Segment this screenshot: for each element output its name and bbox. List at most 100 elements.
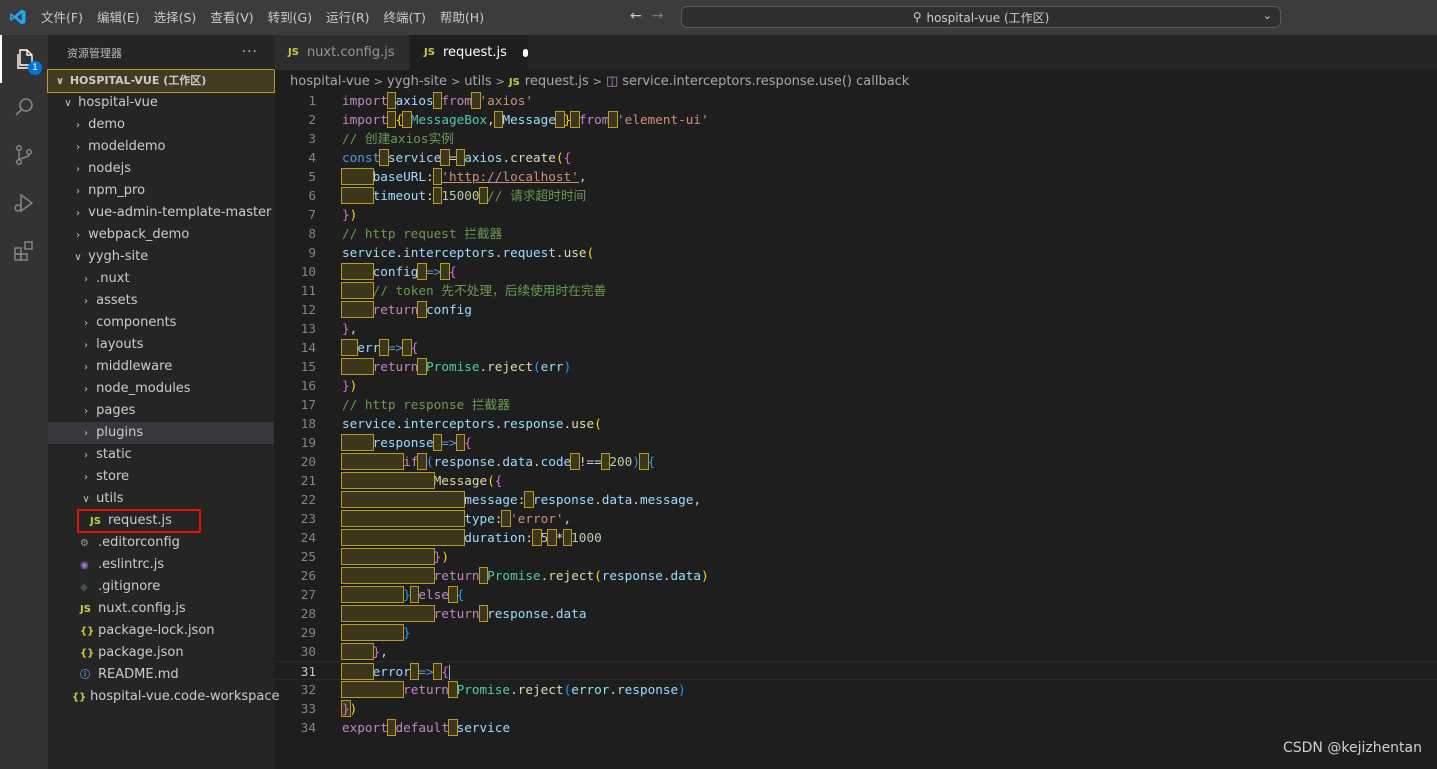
tree-file-workspace[interactable]: {} hospital-vue.code-workspace: [48, 686, 280, 708]
tree-label: node_modules: [96, 381, 191, 396]
tree-folder-middleware[interactable]: › middleware: [48, 356, 274, 378]
number-literal: 1000: [571, 530, 602, 545]
extensions-activity[interactable]: [0, 227, 48, 275]
tree-file-nuxt-config[interactable]: JS nuxt.config.js: [48, 598, 274, 620]
code-line: 33}): [274, 699, 1437, 718]
menu-file[interactable]: 文件(F): [34, 0, 90, 35]
menu-edit[interactable]: 编辑(E): [90, 0, 147, 35]
breadcrumb-item[interactable]: request.js: [525, 74, 589, 89]
line-number: 27: [300, 587, 316, 602]
code-text: timeout: 15000 // 请求超时时间: [341, 186, 586, 205]
tree-folder-webpack-demo[interactable]: › webpack_demo: [48, 224, 274, 246]
chevron-right-icon: ›: [76, 208, 80, 219]
tree-folder-assets[interactable]: › assets: [48, 290, 274, 312]
tree-folder-yygh-site[interactable]: ∨ yygh-site: [48, 246, 274, 268]
line-number: 8: [308, 226, 316, 241]
tree-folder-nuxt[interactable]: › .nuxt: [48, 268, 274, 290]
nav-arrows: ← →: [630, 8, 673, 24]
code-editor[interactable]: 1 import axios from 'axios' 2 import { Mes…: [274, 91, 1437, 769]
tree-folder-pages[interactable]: › pages: [48, 400, 274, 422]
code-text: const service = axios.create({: [342, 149, 572, 166]
workspace-label: HOSPITAL-VUE (工作区): [69, 74, 207, 87]
number-literal: 15000: [441, 188, 480, 203]
breadcrumb-item[interactable]: utils: [464, 74, 491, 89]
command-center-search[interactable]: ⚲ hospital-vue (工作区) ⌄: [681, 6, 1281, 28]
breadcrumb: hospital-vue > yygh-site > utils > JS request.j…: [290, 72, 909, 92]
source-control-activity[interactable]: [0, 131, 48, 179]
line-number: 14: [300, 340, 316, 355]
tree-file-readme[interactable]: ⓘ README.md: [48, 664, 274, 686]
tab-nuxt-config[interactable]: JS nuxt.config.js: [274, 35, 409, 70]
command-center-label: hospital-vue (工作区): [926, 10, 1050, 25]
menu-go[interactable]: 转到(G): [261, 0, 319, 35]
tree-folder-demo[interactable]: › demo: [48, 114, 274, 136]
chevron-down-icon: ∨: [82, 494, 90, 505]
tree-folder-npm-pro[interactable]: › npm_pro: [48, 180, 274, 202]
tree-label: npm_pro: [88, 183, 146, 198]
menu-terminal[interactable]: 终端(T): [377, 0, 433, 35]
line-number: 16: [300, 378, 316, 393]
tree-folder-modeldemo[interactable]: › modeldemo: [48, 136, 274, 158]
code-line: 22 message: response.data.message,: [274, 490, 1437, 509]
tree-file-editorconfig[interactable]: ⚙ .editorconfig: [48, 532, 274, 554]
menu-view[interactable]: 查看(V): [203, 0, 260, 35]
line-number: 10: [300, 264, 316, 279]
gear-icon: ⚙: [80, 538, 89, 549]
code-text: },: [342, 321, 358, 336]
code-comment: // token 先不处理，后续使用时在完善: [372, 283, 607, 298]
breadcrumb-item[interactable]: yygh-site: [387, 74, 447, 89]
chevron-right-icon: ›: [84, 362, 88, 373]
code-text: config => {: [341, 262, 457, 281]
explorer-activity[interactable]: 1: [0, 35, 48, 83]
line-number: 24: [300, 530, 316, 545]
tree-file-gitignore[interactable]: ◆ .gitignore: [48, 576, 274, 598]
line-number: 25: [300, 549, 316, 564]
number-literal: 200: [609, 454, 633, 469]
chevron-right-icon: ›: [84, 296, 88, 307]
editor-tabs: JS nuxt.config.js JS request.js: [274, 35, 1437, 70]
breadcrumb-item[interactable]: service.interceptors.response.use() call…: [622, 74, 909, 89]
code-text: }): [341, 547, 449, 566]
breadcrumb-item[interactable]: hospital-vue: [290, 74, 370, 89]
tree-folder-hospital-vue[interactable]: ∨ hospital-vue: [48, 92, 274, 114]
tree-folder-vue-admin-template-master[interactable]: › vue-admin-template-master: [48, 202, 274, 224]
run-debug-activity[interactable]: [0, 179, 48, 227]
tree-folder-static[interactable]: › static: [48, 444, 274, 466]
more-actions-icon[interactable]: ···: [242, 44, 258, 60]
code-line: 14 err => {: [274, 338, 1437, 357]
code-text: }): [342, 207, 358, 222]
line-number: 11: [300, 283, 316, 298]
line-number: 34: [300, 720, 316, 735]
tree-label: middleware: [96, 359, 173, 374]
line-number: 32: [300, 682, 316, 697]
forward-arrow-icon[interactable]: →: [652, 8, 664, 24]
menu-help[interactable]: 帮助(H): [433, 0, 491, 35]
line-number: 9: [308, 245, 316, 260]
chevron-down-icon[interactable]: ⌄: [1263, 9, 1272, 22]
tree-folder-utils[interactable]: ∨ utils: [48, 488, 274, 510]
back-arrow-icon[interactable]: ←: [630, 8, 642, 24]
tree-label: demo: [88, 117, 126, 132]
tree-folder-store[interactable]: › store: [48, 466, 274, 488]
tree-label: package-lock.json: [98, 623, 215, 638]
search-activity[interactable]: [0, 83, 48, 131]
line-number: 21: [300, 473, 316, 488]
highlight-box: [77, 509, 201, 533]
tab-request-js[interactable]: JS request.js: [410, 35, 528, 70]
tree-folder-nodejs[interactable]: › nodejs: [48, 158, 274, 180]
tree-folder-node-modules[interactable]: › node_modules: [48, 378, 274, 400]
unsaved-dot-icon[interactable]: [522, 48, 528, 57]
explorer-badge: 1: [28, 61, 42, 75]
tree-file-package-lock[interactable]: {} package-lock.json: [48, 620, 274, 642]
menu-selection[interactable]: 选择(S): [147, 0, 204, 35]
tree-file-package-json[interactable]: {} package.json: [48, 642, 274, 664]
tree-folder-layouts[interactable]: › layouts: [48, 334, 274, 356]
code-text: error => {: [341, 662, 450, 681]
workspace-root[interactable]: ∨ HOSPITAL-VUE (工作区): [47, 69, 275, 93]
code-line: 26 return Promise.reject(response.data): [274, 566, 1437, 585]
menu-run[interactable]: 运行(R): [319, 0, 376, 35]
tree-file-eslintrc[interactable]: ◉ .eslintrc.js: [48, 554, 274, 576]
tree-folder-components[interactable]: › components: [48, 312, 274, 334]
tree-folder-plugins[interactable]: › plugins: [48, 422, 274, 444]
tree-label: components: [96, 315, 177, 330]
